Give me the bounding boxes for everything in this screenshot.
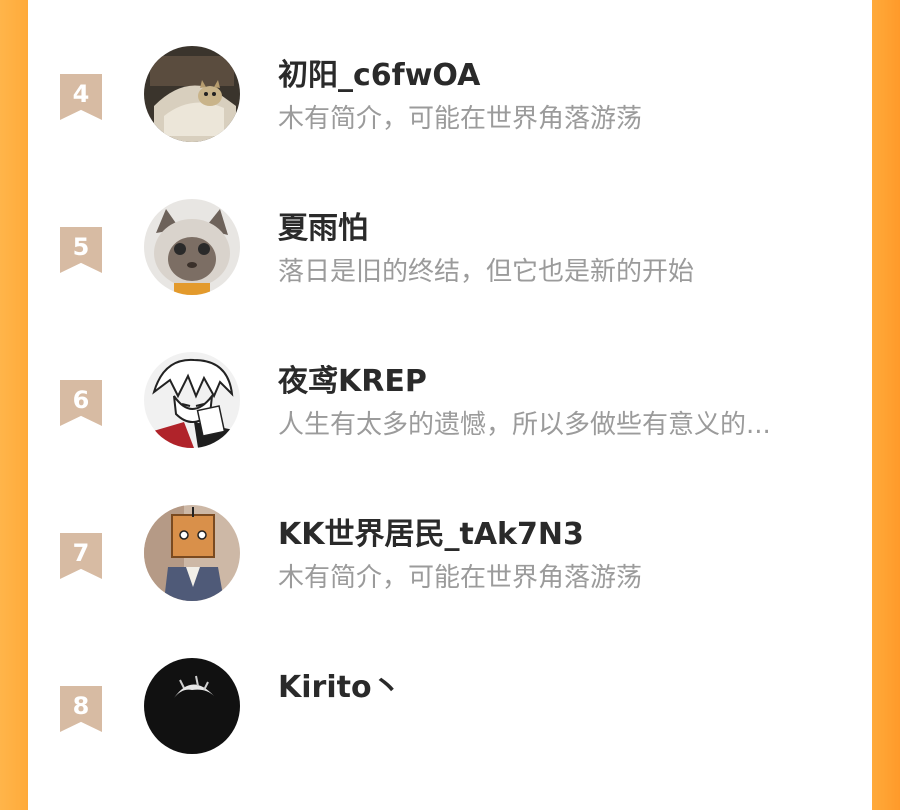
rank-number: 4 (72, 80, 90, 108)
ranking-row[interactable]: 6 夜鸢KREP 人生有太多的遗憾，所以多做些有意义的... (28, 352, 872, 504)
avatar-image (144, 46, 240, 142)
rank-badge: 6 (60, 380, 102, 426)
cat-in-box-avatar[interactable] (144, 46, 240, 142)
avatar-image (144, 199, 240, 295)
user-name[interactable]: KK世界居民_tAk7N3 (278, 517, 584, 553)
box-head-character-avatar[interactable] (144, 505, 240, 601)
user-bio: 落日是旧的终结，但它也是新的开始 (278, 257, 695, 287)
user-bio: 人生有太多的遗憾，所以多做些有意义的... (278, 410, 771, 440)
anime-character-avatar[interactable] (144, 352, 240, 448)
rank-badge: 8 (60, 686, 102, 732)
user-name[interactable]: Kirito丶 (278, 670, 402, 706)
rank-badge: 7 (60, 533, 102, 579)
user-name[interactable]: 夏雨怕 (278, 211, 368, 247)
ranking-row[interactable]: 7 KK世界居民_tAk7N3 木有简介，可能在世界角落游荡 (28, 505, 872, 657)
ranking-panel: 4 初阳_c6fwOA 木有简介，可能在世界角落游荡 5 夏雨怕 落日是旧的终结… (28, 0, 872, 754)
ranking-row[interactable]: 8 Kirito丶 (28, 658, 872, 810)
rank-number: 5 (72, 233, 90, 261)
rank-badge: 5 (60, 227, 102, 273)
siamese-cat-avatar[interactable] (144, 199, 240, 295)
rank-badge: 4 (60, 74, 102, 120)
user-name[interactable]: 夜鸢KREP (278, 364, 427, 400)
user-name[interactable]: 初阳_c6fwOA (278, 58, 480, 94)
rank-number: 8 (72, 692, 90, 720)
ranking-row[interactable]: 4 初阳_c6fwOA 木有简介，可能在世界角落游荡 (28, 46, 872, 198)
avatar-image (144, 658, 240, 754)
dark-anime-avatar[interactable] (144, 658, 240, 754)
avatar-image (144, 352, 240, 448)
rank-number: 6 (72, 386, 90, 414)
user-bio: 木有简介，可能在世界角落游荡 (278, 104, 643, 134)
ranking-row[interactable]: 5 夏雨怕 落日是旧的终结，但它也是新的开始 (28, 199, 872, 351)
avatar-image (144, 505, 240, 601)
user-bio: 木有简介，可能在世界角落游荡 (278, 563, 643, 593)
rank-number: 7 (72, 539, 90, 567)
